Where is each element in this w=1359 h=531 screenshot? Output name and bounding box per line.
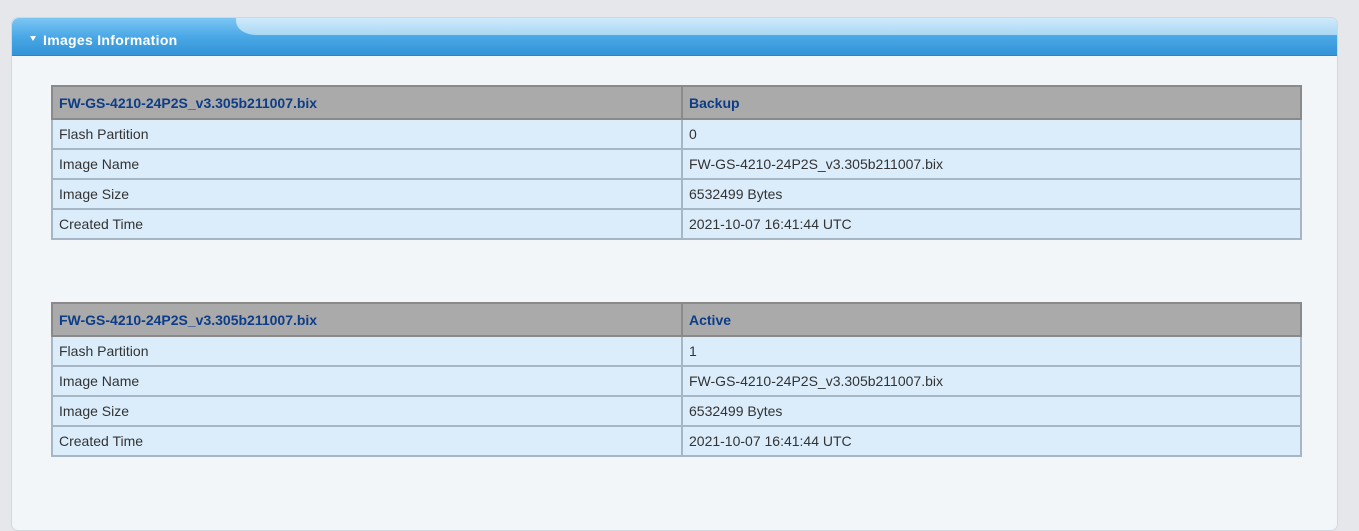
table-row: Flash Partition 0 [51, 118, 1302, 150]
row-value: FW-GS-4210-24P2S_v3.305b211007.bix [681, 148, 1302, 180]
row-label: Image Name [51, 365, 683, 397]
panel-header[interactable]: Images Information [12, 18, 1337, 56]
table-row: Image Name FW-GS-4210-24P2S_v3.305b21100… [51, 365, 1302, 397]
row-label: Image Size [51, 178, 683, 210]
image-status-header: Active [681, 302, 1302, 337]
row-label: Flash Partition [51, 118, 683, 150]
row-value: 0 [681, 118, 1302, 150]
row-label: Flash Partition [51, 335, 683, 367]
header-decoration [236, 18, 1337, 35]
row-value: 2021-10-07 16:41:44 UTC [681, 208, 1302, 240]
image-table-active: FW-GS-4210-24P2S_v3.305b211007.bix Activ… [51, 302, 1302, 457]
table-header-row: FW-GS-4210-24P2S_v3.305b211007.bix Backu… [51, 85, 1302, 120]
row-label: Image Size [51, 395, 683, 427]
images-information-panel: Images Information FW-GS-4210-24P2S_v3.3… [11, 17, 1338, 531]
table-row: Flash Partition 1 [51, 335, 1302, 367]
table-row: Image Size 6532499 Bytes [51, 395, 1302, 427]
table-header-row: FW-GS-4210-24P2S_v3.305b211007.bix Activ… [51, 302, 1302, 337]
image-file-header: FW-GS-4210-24P2S_v3.305b211007.bix [51, 85, 683, 120]
panel-title: Images Information [43, 32, 178, 48]
table-row: Created Time 2021-10-07 16:41:44 UTC [51, 425, 1302, 457]
caret-down-icon[interactable] [30, 36, 36, 41]
table-row: Created Time 2021-10-07 16:41:44 UTC [51, 208, 1302, 240]
row-label: Created Time [51, 208, 683, 240]
table-row: Image Size 6532499 Bytes [51, 178, 1302, 210]
row-value: 6532499 Bytes [681, 395, 1302, 427]
row-label: Image Name [51, 148, 683, 180]
row-value: 1 [681, 335, 1302, 367]
row-label: Created Time [51, 425, 683, 457]
image-table-backup: FW-GS-4210-24P2S_v3.305b211007.bix Backu… [51, 85, 1302, 240]
image-file-header: FW-GS-4210-24P2S_v3.305b211007.bix [51, 302, 683, 337]
image-status-header: Backup [681, 85, 1302, 120]
row-value: 2021-10-07 16:41:44 UTC [681, 425, 1302, 457]
row-value: 6532499 Bytes [681, 178, 1302, 210]
row-value: FW-GS-4210-24P2S_v3.305b211007.bix [681, 365, 1302, 397]
table-row: Image Name FW-GS-4210-24P2S_v3.305b21100… [51, 148, 1302, 180]
